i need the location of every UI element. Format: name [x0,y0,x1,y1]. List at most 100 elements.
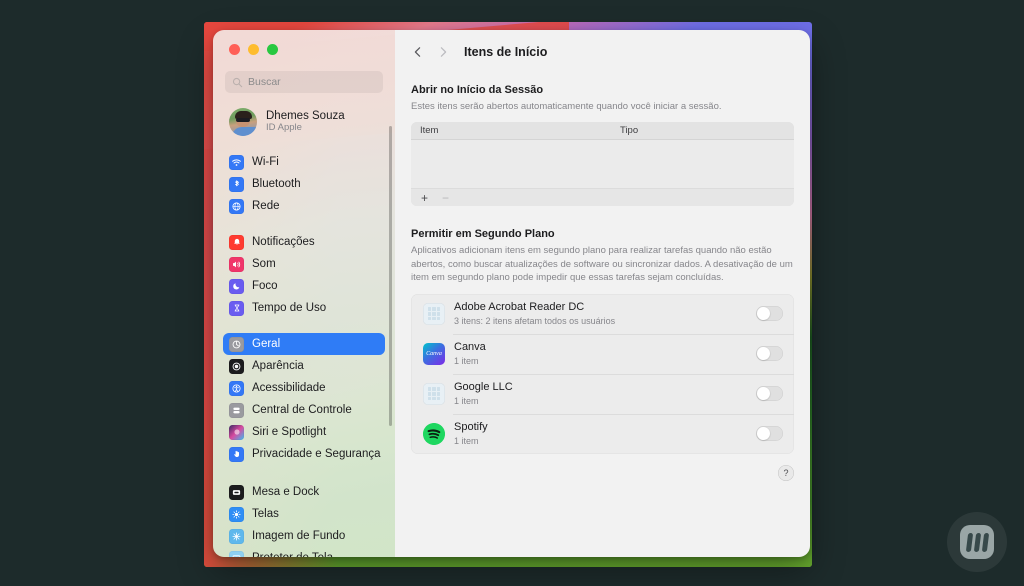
sidebar-item-siri-e-spotlight[interactable]: Siri e Spotlight [223,421,385,443]
screen: Buscar Dhemes Souza ID Apple Wi-Fi Bluet… [0,0,1024,586]
sidebar-item-network[interactable]: Rede [223,195,385,217]
focus-moon-icon [229,278,244,294]
sidebar-item-label: Notificações [252,236,315,248]
sidebar-item-telas[interactable]: Telas [223,503,385,525]
general-gear-icon [229,336,244,352]
sidebar-item-privacidade-e-seguranca[interactable]: Privacidade e Segurança [223,443,385,465]
generic-app-icon [423,382,445,405]
sidebar-item-label: Imagem de Fundo [252,530,346,542]
sidebar-item-label: Rede [252,200,280,212]
sidebar-item-tempo-de-uso[interactable]: Tempo de Uso [223,297,385,319]
sidebar-item-mesa-e-dock[interactable]: Mesa e Dock [223,481,385,503]
search-icon [232,77,243,88]
accessibility-icon [229,380,244,396]
app-name: Spotify [454,421,488,434]
sidebar-group-alerts: Notificações Som Foco Tempo de Uso [213,231,395,319]
wifi-icon [229,154,244,170]
appearance-icon [229,358,244,374]
sidebar-item-foco[interactable]: Foco [223,275,385,297]
sidebar-item-label: Telas [252,508,279,520]
avatar [229,108,257,136]
list-item: Google LLC 1 item [411,373,794,414]
login-items-table: Item Tipo + − [411,122,794,207]
privacy-hand-icon [229,446,244,462]
chevron-right-icon[interactable] [436,46,449,59]
sidebar-group-display: Mesa e Dock Telas Imagem de Fundo [213,481,395,557]
sidebar-scrollbar[interactable] [389,126,392,426]
apple-id-account-row[interactable]: Dhemes Souza ID Apple [225,104,383,140]
help-question-icon[interactable]: ? [778,464,794,481]
sidebar-item-label: Som [252,258,276,270]
app-name: Google LLC [454,381,513,394]
minimize-button[interactable] [248,44,259,55]
sidebar-item-imagem-de-fundo[interactable]: Imagem de Fundo [223,525,385,547]
sidebar-item-label: Tempo de Uso [252,302,327,314]
table-header-row: Item Tipo [411,122,794,141]
app-name: Canva [454,341,486,354]
remove-login-item-button[interactable]: − [441,192,450,204]
generic-app-icon [423,302,445,325]
search-placeholder: Buscar [248,76,281,88]
sidebar-item-label: Central de Controle [252,404,352,416]
screensaver-icon [229,550,244,557]
screen-time-hourglass-icon [229,300,244,316]
zoom-button[interactable] [267,44,278,55]
sidebar-item-wifi[interactable]: Wi-Fi [223,151,385,173]
sidebar: Buscar Dhemes Souza ID Apple Wi-Fi Bluet… [213,30,395,557]
app-name: Adobe Acrobat Reader DC [454,301,585,314]
close-button[interactable] [229,44,240,55]
sidebar-group-network: Wi-Fi Bluetooth Rede [213,151,395,217]
sidebar-item-label: Aparência [252,360,304,372]
column-header-item: Item [420,125,439,137]
page-title: Itens de Início [464,45,548,59]
sidebar-item-label: Bluetooth [252,178,301,190]
sidebar-item-notificacoes[interactable]: Notificações [223,231,385,253]
sidebar-item-label: Acessibilidade [252,382,326,394]
app-detail: 3 itens: 2 itens afetam todos os usuário… [454,315,616,326]
background-items-description: Aplicativos adicionam itens em segundo p… [411,245,793,284]
sidebar-item-label: Siri e Spotlight [252,426,327,438]
window-traffic-lights [213,30,395,55]
background-toggle[interactable] [756,346,783,362]
notifications-bell-icon [229,234,244,250]
sound-speaker-icon [229,256,244,272]
background-toggle[interactable] [756,306,783,322]
app-detail: 1 item [454,395,479,406]
control-center-icon [229,402,244,418]
login-items-title: Abrir no Início da Sessão [411,84,544,96]
sidebar-item-label: Privacidade e Segurança [252,448,381,460]
sidebar-item-label: Wi-Fi [252,156,279,168]
sidebar-item-protetor-de-tela[interactable]: Protetor de Tela [223,547,385,557]
displays-icon [229,506,244,522]
login-items-description: Estes itens serão abertos automaticament… [411,101,722,112]
content-pane: Itens de Início Abrir no Início da Sessã… [395,30,810,557]
network-globe-icon [229,198,244,214]
canva-icon: Canva [423,342,445,365]
sidebar-item-label: Protetor de Tela [252,552,333,557]
settings-body: Abrir no Início da Sessão Estes itens se… [395,84,810,481]
bluetooth-icon [229,176,244,192]
background-items-title: Permitir em Segundo Plano [411,228,555,241]
background-apps-list: Adobe Acrobat Reader DC 3 itens: 2 itens… [411,293,794,454]
help-row: ? [411,464,794,481]
toolbar: Itens de Início [395,30,810,74]
chevron-left-icon[interactable] [411,46,424,59]
siri-icon [229,424,244,440]
sidebar-item-geral[interactable]: Geral [223,333,385,355]
sidebar-item-label: Geral [252,338,281,350]
wallpaper-icon [229,528,244,544]
sidebar-item-acessibilidade[interactable]: Acessibilidade [223,377,385,399]
canva-icon-text: Canva [426,350,442,357]
sidebar-item-aparencia[interactable]: Aparência [223,355,385,377]
account-subtitle: ID Apple [266,122,302,134]
add-login-item-button[interactable]: + [420,192,429,204]
app-watermark-logo [947,512,1007,572]
sidebar-item-som[interactable]: Som [223,253,385,275]
search-input[interactable]: Buscar [225,71,383,93]
table-body-empty[interactable] [411,140,794,189]
background-toggle[interactable] [756,386,783,402]
sidebar-item-central-de-controle[interactable]: Central de Controle [223,399,385,421]
background-toggle[interactable] [756,426,783,442]
sidebar-item-bluetooth[interactable]: Bluetooth [223,173,385,195]
sidebar-item-label: Mesa e Dock [252,486,320,498]
